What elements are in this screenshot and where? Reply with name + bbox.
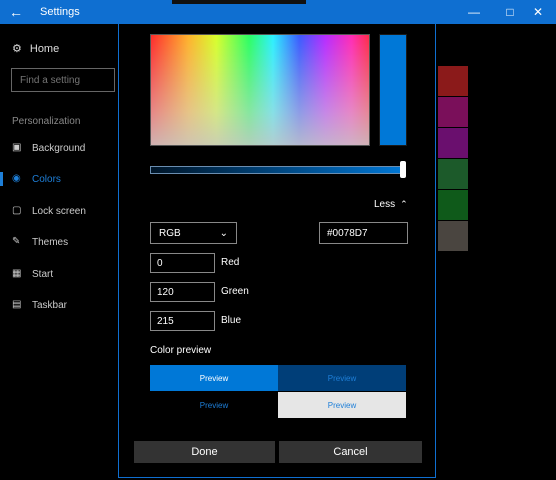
close-icon: ✕ bbox=[532, 5, 544, 19]
color-mode-select[interactable]: RGB ⌄ bbox=[150, 222, 237, 244]
start-icon: ▦ bbox=[12, 268, 22, 279]
back-button[interactable]: ← bbox=[0, 0, 32, 24]
picture-icon: ▣ bbox=[12, 142, 22, 153]
red-value: 0 bbox=[157, 257, 163, 269]
blue-input[interactable]: 215 bbox=[150, 311, 215, 331]
window-title: Settings bbox=[40, 6, 80, 18]
chevron-down-icon: ⌄ bbox=[219, 227, 228, 239]
search-box[interactable] bbox=[11, 68, 115, 92]
hex-value: #0078D7 bbox=[327, 227, 368, 239]
sidebar-item-themes[interactable]: ✎ Themes bbox=[12, 236, 68, 248]
maximize-icon: □ bbox=[506, 5, 514, 19]
sidebar-item-lock-screen[interactable]: ▢ Lock screen bbox=[12, 205, 86, 217]
green-input[interactable]: 120 bbox=[150, 282, 215, 302]
hex-input[interactable]: #0078D7 bbox=[319, 222, 408, 244]
red-label: Red bbox=[221, 257, 240, 268]
sidebar-item-taskbar[interactable]: ▤ Taskbar bbox=[12, 299, 67, 311]
chevron-up-icon: ⌃ bbox=[400, 199, 408, 209]
brightness-slider[interactable] bbox=[150, 166, 406, 174]
sidebar-item-label: Start bbox=[32, 268, 54, 280]
accent-swatch[interactable] bbox=[438, 221, 468, 251]
color-preview-label: Color preview bbox=[150, 345, 212, 356]
back-arrow-icon: ← bbox=[9, 4, 23, 20]
sidebar-item-label: Themes bbox=[32, 236, 69, 248]
accent-swatch[interactable] bbox=[438, 128, 468, 158]
sidebar-item-label: Background bbox=[32, 142, 86, 154]
color-mode-value: RGB bbox=[159, 227, 181, 239]
sidebar: ⚙ Home Personalization ▣ Background ◉ Co… bbox=[0, 24, 118, 480]
preview-color-on-black: Preview bbox=[150, 392, 278, 418]
palette-icon: ◉ bbox=[12, 173, 21, 184]
accent-swatch[interactable] bbox=[438, 190, 468, 220]
brush-icon: ✎ bbox=[12, 236, 21, 247]
green-label: Green bbox=[221, 286, 249, 297]
sidebar-item-background[interactable]: ▣ Background bbox=[12, 142, 85, 154]
monitor-icon: ▢ bbox=[12, 205, 22, 216]
accent-swatch[interactable] bbox=[438, 97, 468, 127]
minimize-button[interactable]: — bbox=[456, 0, 492, 24]
less-label: Less bbox=[374, 199, 396, 210]
custom-color-dialog: Less ⌃ RGB ⌄ #0078D7 0 Red 120 Green 215… bbox=[118, 24, 436, 478]
brightness-slider-thumb[interactable] bbox=[400, 161, 406, 178]
home-nav[interactable]: ⚙ Home bbox=[12, 42, 60, 56]
sidebar-item-label: Taskbar bbox=[32, 299, 68, 311]
section-label: Personalization bbox=[12, 116, 81, 127]
accent-swatch[interactable] bbox=[438, 159, 468, 189]
done-button[interactable]: Done bbox=[134, 441, 275, 463]
blue-label: Blue bbox=[221, 315, 242, 326]
cancel-button[interactable]: Cancel bbox=[279, 441, 422, 463]
home-label: Home bbox=[29, 42, 60, 55]
selected-color-swatch bbox=[379, 34, 407, 146]
sidebar-item-label: Lock screen bbox=[32, 205, 86, 217]
color-spectrum[interactable] bbox=[150, 34, 370, 146]
gear-icon: ⚙ bbox=[12, 43, 22, 55]
preview-color-on-light: Preview bbox=[278, 392, 406, 418]
search-input[interactable] bbox=[12, 69, 114, 91]
top-strip bbox=[172, 0, 306, 4]
less-toggle[interactable]: Less ⌃ bbox=[374, 199, 408, 210]
active-indicator bbox=[0, 172, 3, 186]
sidebar-item-start[interactable]: ▦ Start bbox=[12, 268, 53, 280]
close-button[interactable]: ✕ bbox=[520, 0, 556, 24]
sidebar-item-label: Colors bbox=[32, 173, 61, 185]
minimize-icon: — bbox=[468, 5, 480, 19]
red-input[interactable]: 0 bbox=[150, 253, 215, 273]
taskbar-icon: ▤ bbox=[12, 299, 22, 310]
accent-swatch[interactable] bbox=[438, 66, 468, 96]
sidebar-item-colors[interactable]: ◉ Colors bbox=[12, 173, 61, 185]
preview-white-on-color: Preview bbox=[150, 365, 278, 391]
blue-value: 215 bbox=[157, 315, 174, 327]
green-value: 120 bbox=[157, 286, 174, 298]
preview-color-on-dark: Preview bbox=[278, 365, 406, 391]
